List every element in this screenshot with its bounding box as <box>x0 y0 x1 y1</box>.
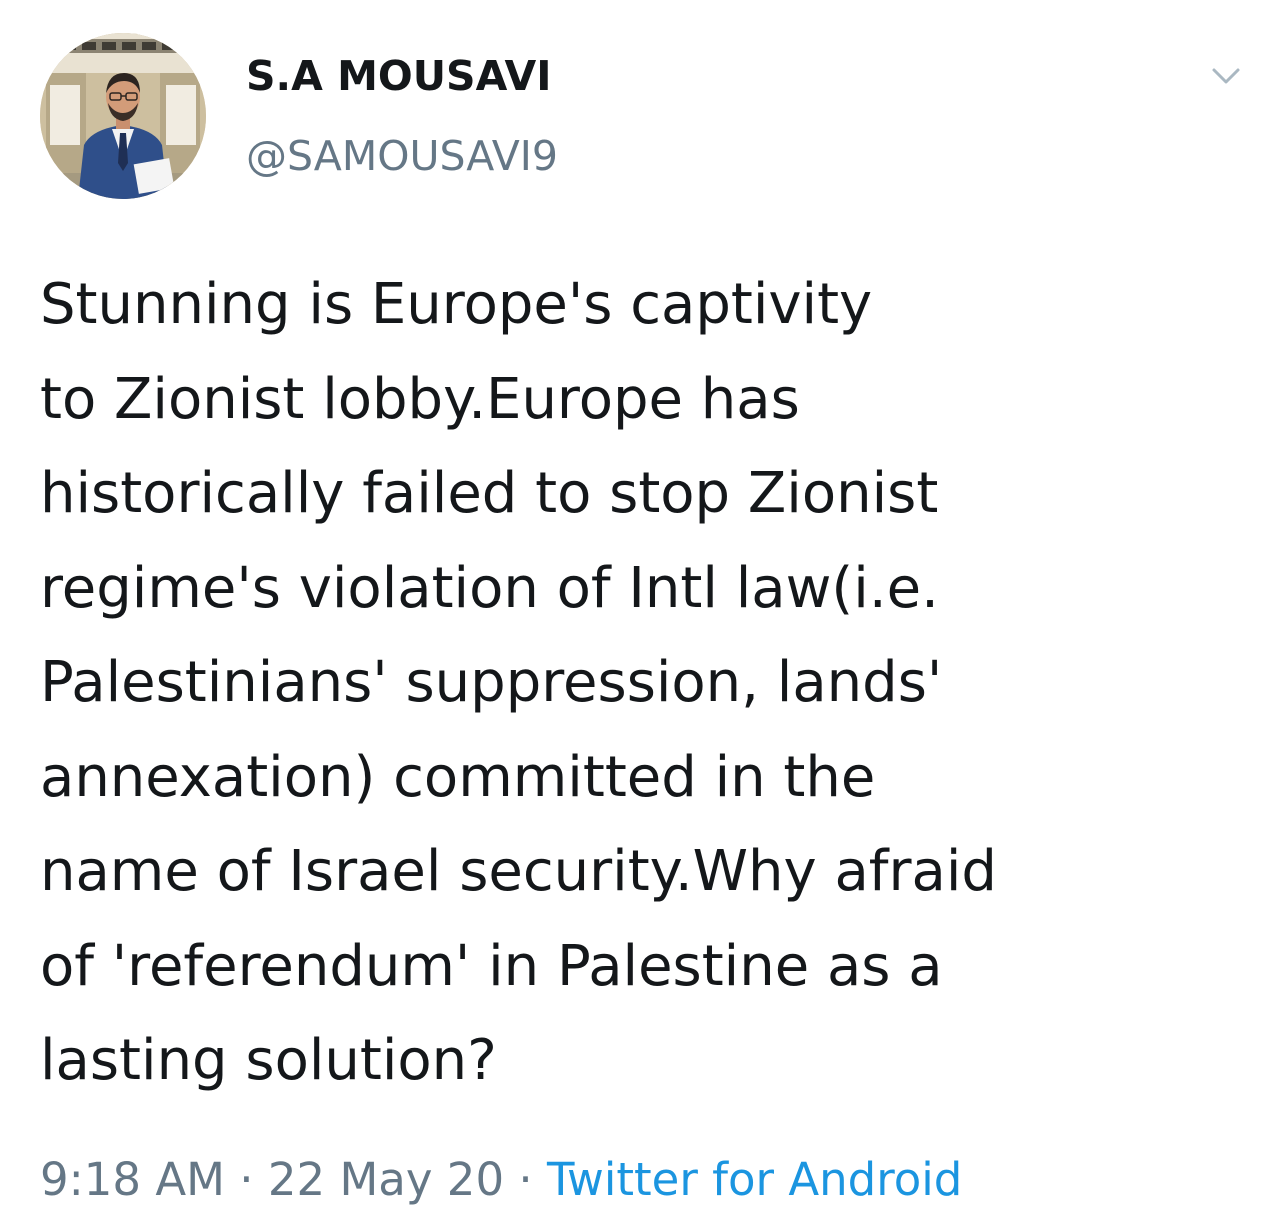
chevron-down-icon <box>1212 68 1240 84</box>
tweet-text-line: to Zionist lobby.Europe has <box>40 366 800 432</box>
tweet-card: S.A MOUSAVI @SAMOUSAVI9 Stunning is Euro… <box>0 0 1280 1231</box>
meta-separator: · <box>518 1153 533 1206</box>
avatar-photo <box>40 33 206 199</box>
author-name[interactable]: S.A MOUSAVI <box>246 48 552 104</box>
tweet-source-link[interactable]: Twitter for Android <box>547 1153 962 1206</box>
tweet-text: Stunning is Europe's captivity to Zionis… <box>40 258 1250 1109</box>
tweet-text-line: annexation) committed in the <box>40 744 876 810</box>
tweet-menu-button[interactable] <box>1206 60 1246 94</box>
tweet-text-line: Stunning is Europe's captivity <box>40 272 873 337</box>
tweet-date[interactable]: 22 May 20 <box>268 1153 504 1206</box>
tweet-text-line: historically failed to stop Zionist <box>40 461 939 526</box>
tweet-text-line: name of Israel security.Why afraid <box>40 839 997 904</box>
tweet-time[interactable]: 9:18 AM <box>40 1153 225 1206</box>
tweet-text-line: regime's violation of Intl law(i.e. <box>40 555 939 621</box>
meta-separator: · <box>239 1153 254 1206</box>
author-handle[interactable]: @SAMOUSAVI9 <box>246 128 558 184</box>
avatar[interactable] <box>40 33 206 199</box>
tweet-text-line: lasting solution? <box>40 1028 497 1093</box>
tweet-text-line: of 'referendum' in Palestine as a <box>40 933 943 999</box>
tweet-text-line: Palestinians' suppression, lands' <box>40 650 943 715</box>
tweet-meta: 9:18 AM · 22 May 20 · Twitter for Androi… <box>40 1148 962 1212</box>
